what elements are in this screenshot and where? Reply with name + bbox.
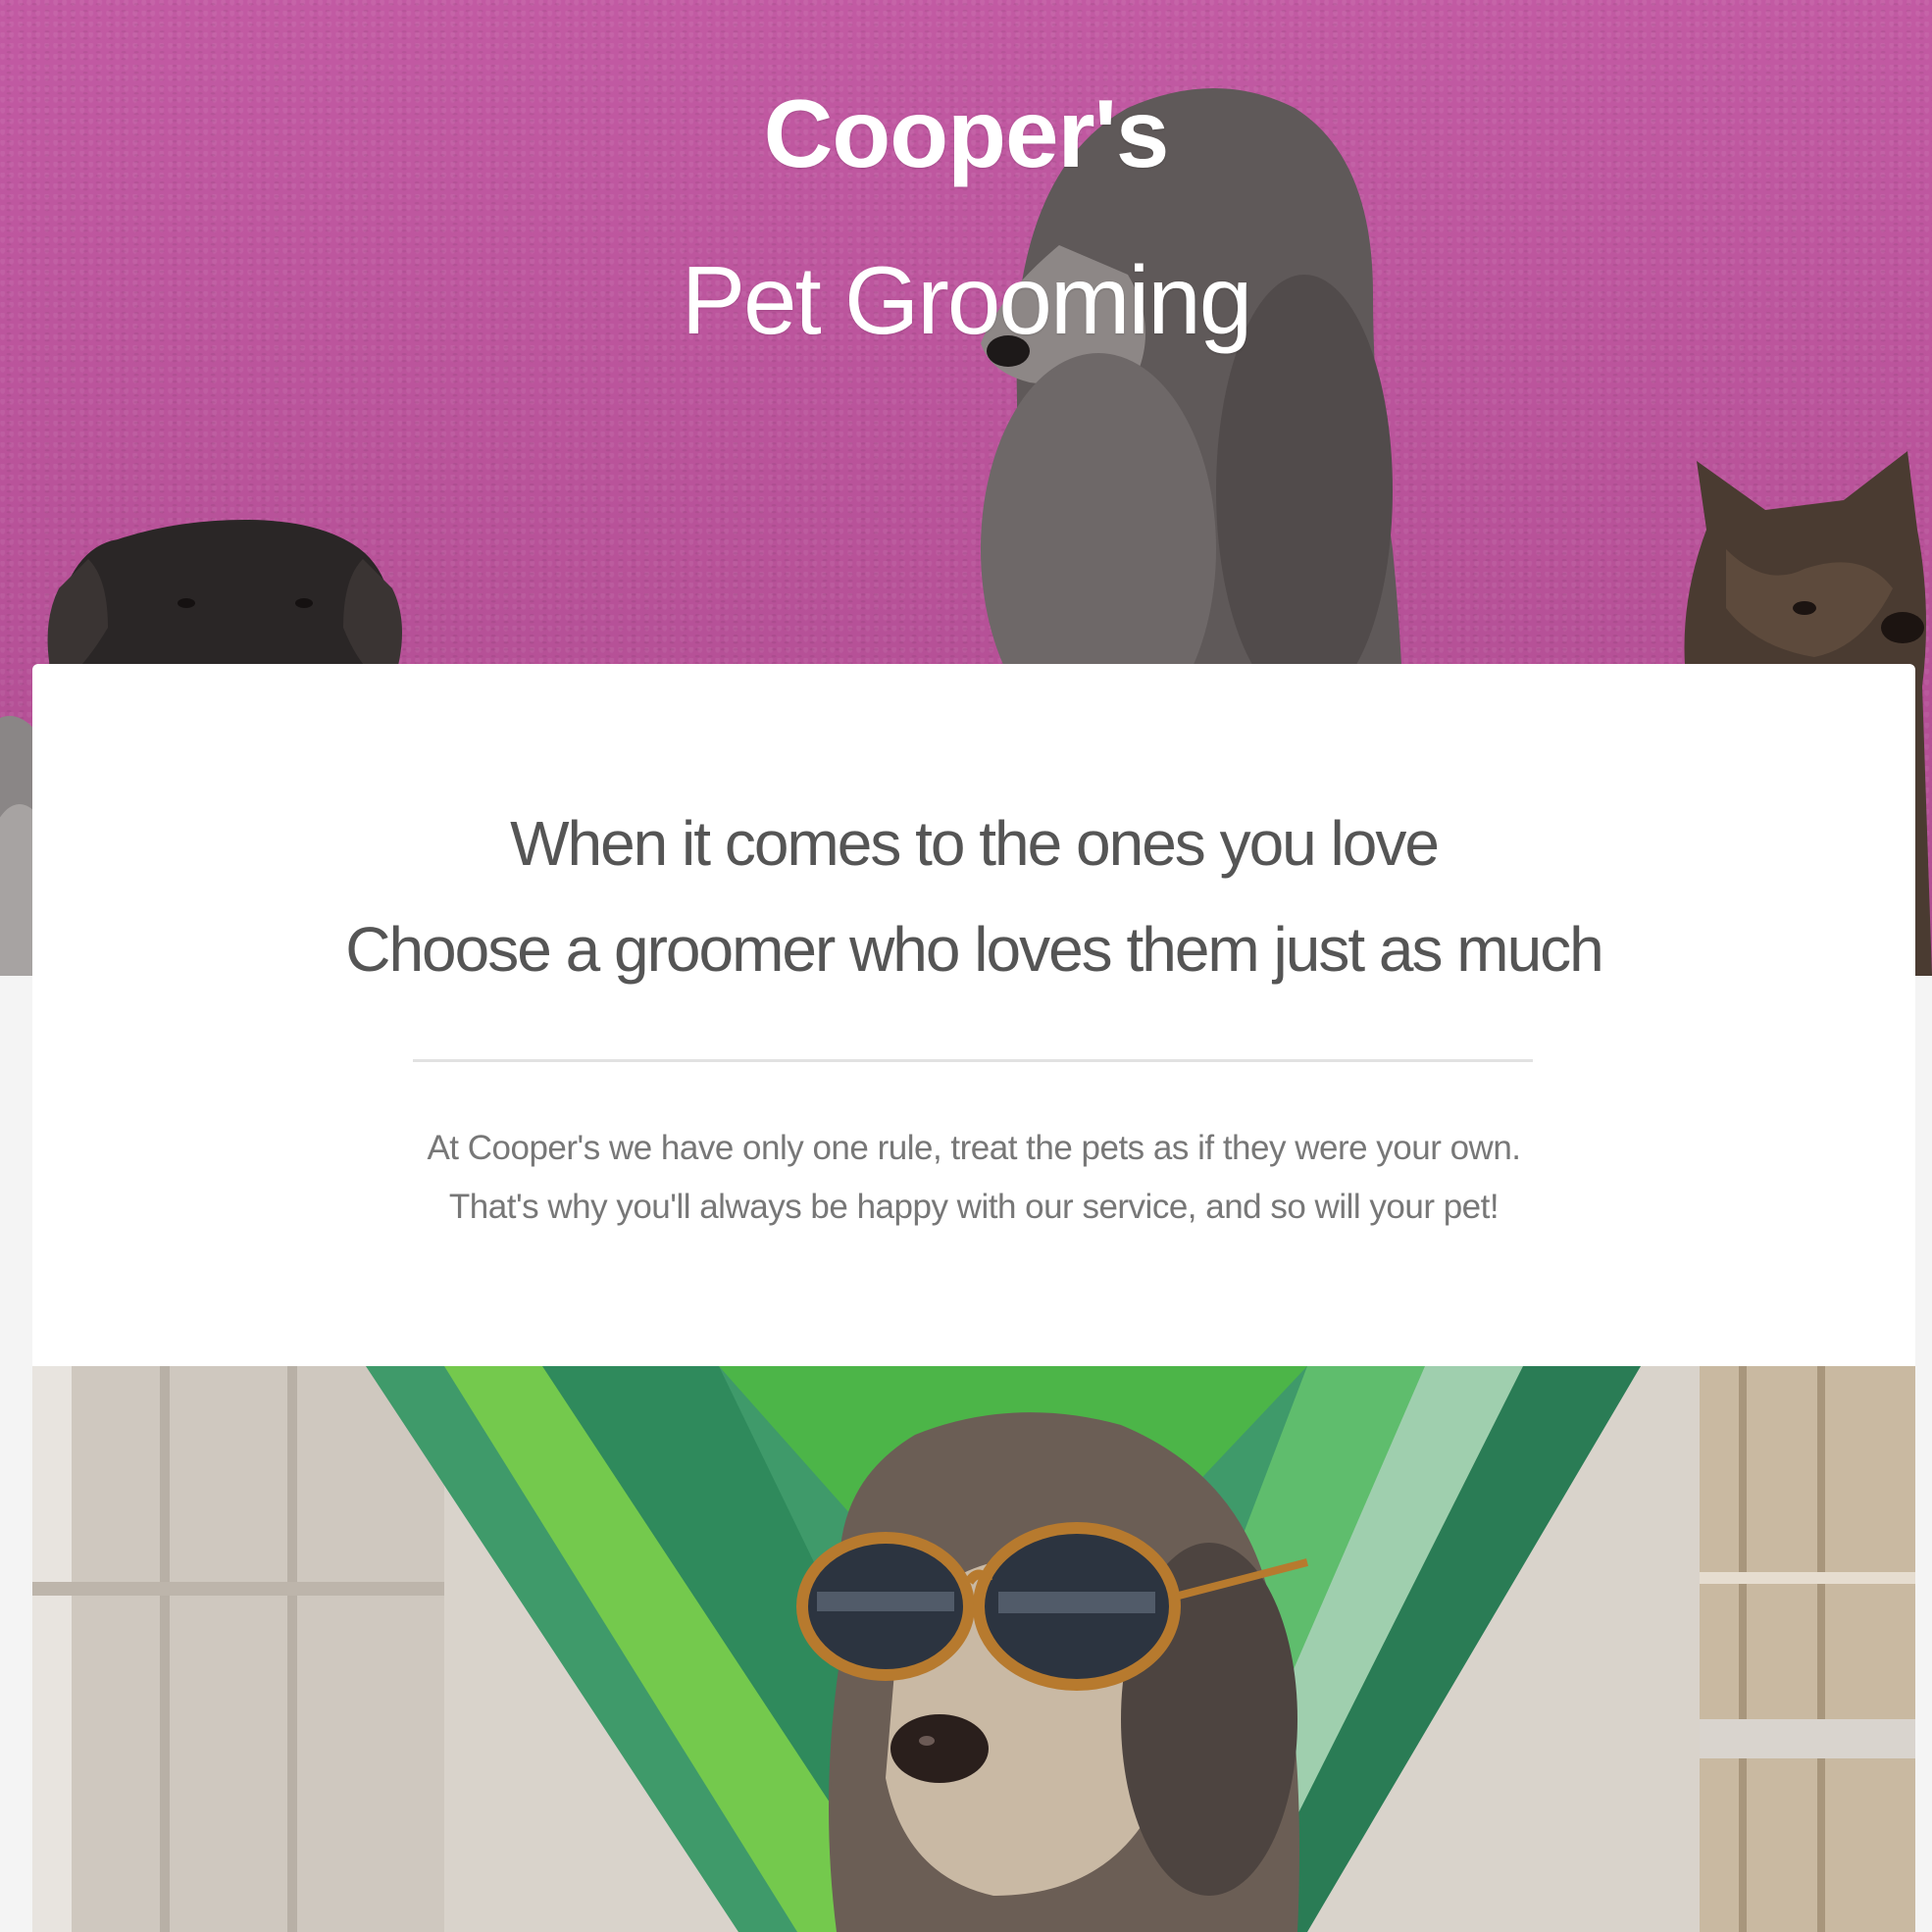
intro-text-line-2: That's why you'll always be happy with o… <box>448 1188 1500 1226</box>
intro-text-line-1: At Cooper's we have only one rule, treat… <box>427 1129 1521 1167</box>
headline-line-1: When it comes to the ones you love <box>510 808 1440 879</box>
intro-card: When it comes to the ones you love Choos… <box>32 664 1915 1366</box>
dog-in-hammock-image <box>32 1366 1915 1932</box>
divider <box>413 1059 1533 1062</box>
brand-name: Cooper's <box>763 79 1170 187</box>
dog-nose <box>890 1714 989 1783</box>
feature-photo <box>32 1366 1915 1932</box>
brand-subtitle: Pet Grooming <box>681 246 1253 354</box>
headline-line-2: Choose a groomer who loves them just as … <box>345 914 1604 985</box>
